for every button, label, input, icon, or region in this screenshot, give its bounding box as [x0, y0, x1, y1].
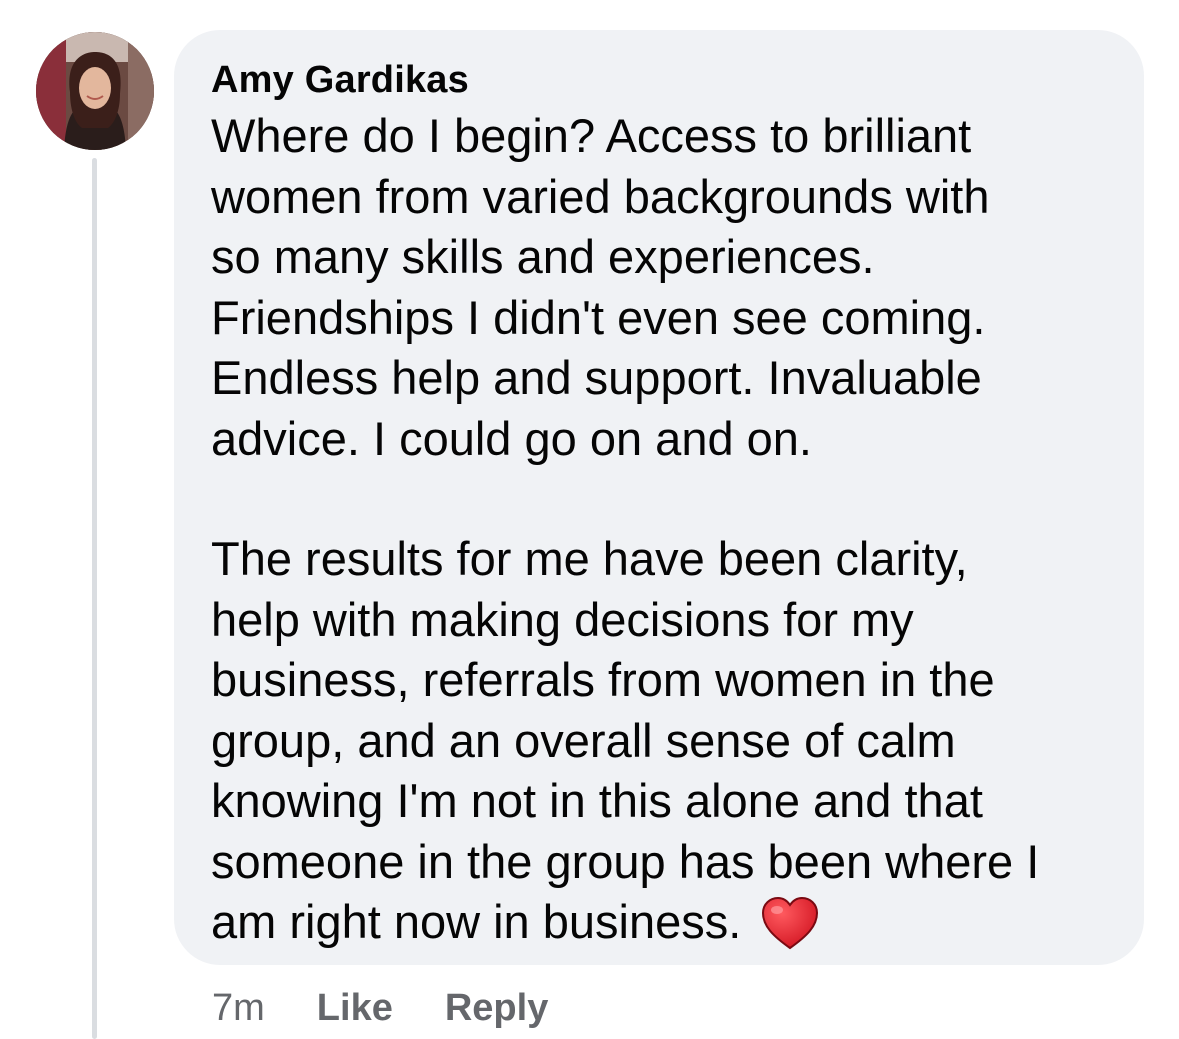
comment-bubble: Amy Gardikas Where do I begin? Access to…: [174, 30, 1144, 965]
like-button[interactable]: Like: [317, 987, 393, 1030]
reply-button[interactable]: Reply: [445, 987, 548, 1030]
comment-actions: 7m Like Reply: [212, 983, 600, 1033]
heart-icon: [761, 896, 819, 950]
avatar-photo: [36, 32, 154, 150]
thread-line: [92, 158, 97, 1039]
author-name[interactable]: Amy Gardikas: [211, 58, 1114, 102]
comment-paragraph-1: Where do I begin? Access to brilliant wo…: [211, 109, 990, 465]
comment-paragraph-2: The results for me have been clarity, he…: [211, 529, 1114, 953]
author-avatar[interactable]: [36, 32, 154, 150]
comment-paragraph-2-text: The results for me have been clarity, he…: [211, 532, 1040, 948]
comment-timestamp[interactable]: 7m: [212, 987, 265, 1030]
